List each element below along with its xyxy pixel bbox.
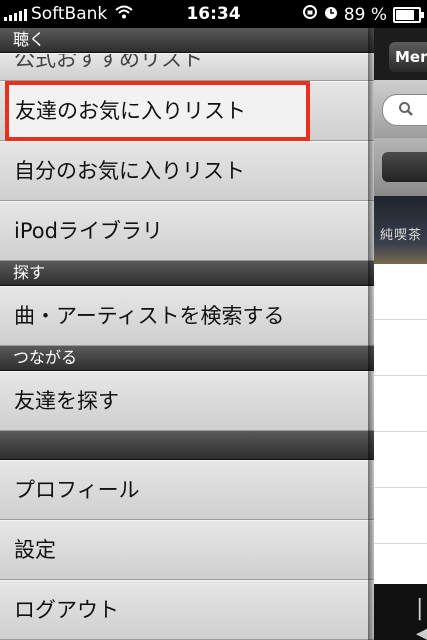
list-item[interactable] bbox=[374, 488, 427, 544]
player-toolbar: |◀ bbox=[374, 584, 427, 640]
search-input[interactable] bbox=[382, 94, 427, 126]
menu-item-my-favorites[interactable]: 自分のお気に入りリスト bbox=[0, 141, 374, 201]
status-bar: SoftBank 16:34 89 % bbox=[0, 0, 427, 28]
menu-item-logout[interactable]: ログアウト bbox=[0, 580, 374, 640]
list-item[interactable] bbox=[374, 432, 427, 488]
menu-item-search-songs[interactable]: 曲・アーティストを検索する bbox=[0, 286, 374, 346]
menu-button[interactable]: Men bbox=[389, 42, 427, 72]
list-item[interactable] bbox=[374, 376, 427, 432]
list-item[interactable] bbox=[374, 264, 427, 320]
section-header-search: 探す bbox=[0, 261, 374, 286]
menu-item-find-friends[interactable]: 友達を探す bbox=[0, 371, 374, 431]
section-header-connect: つながる bbox=[0, 346, 374, 371]
highlighted-menu-item[interactable]: 友達のお気に入りリスト bbox=[5, 81, 310, 141]
search-icon bbox=[398, 101, 414, 121]
segment-button[interactable] bbox=[382, 152, 427, 182]
rotation-lock-icon bbox=[302, 4, 318, 25]
segmented-control bbox=[374, 138, 427, 196]
section-header-listen: 聴く bbox=[0, 28, 374, 53]
menu-item-settings[interactable]: 設定 bbox=[0, 520, 374, 580]
section-header-account bbox=[0, 431, 374, 460]
search-bar bbox=[374, 80, 427, 138]
battery-percent: 89 % bbox=[343, 4, 387, 25]
content-list bbox=[374, 264, 427, 600]
menu-item-profile[interactable]: プロフィール bbox=[0, 460, 374, 520]
list-item[interactable] bbox=[374, 320, 427, 376]
main-view: Men 純喫茶 |◀ bbox=[374, 28, 427, 640]
previous-track-icon[interactable]: |◀ bbox=[416, 596, 427, 640]
banner-image[interactable]: 純喫茶 bbox=[374, 196, 427, 264]
alarm-clock-icon bbox=[324, 5, 338, 25]
menu-item-official-list[interactable]: 公式おすすめリスト bbox=[0, 53, 374, 81]
menu-item-ipod-library[interactable]: iPodライブラリ bbox=[0, 201, 374, 261]
battery-icon bbox=[393, 6, 424, 23]
